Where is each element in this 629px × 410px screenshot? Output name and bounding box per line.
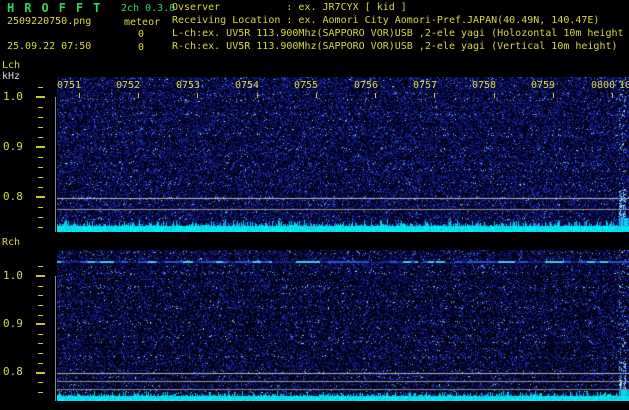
time-tick xyxy=(553,93,554,98)
time-tick xyxy=(138,93,139,98)
time-tick xyxy=(375,93,376,98)
freq-major-tick xyxy=(36,146,45,148)
app-title: HROFFT xyxy=(7,1,111,15)
freq-minor-tick xyxy=(38,117,43,118)
hrofft-window: HROFFT 2ch 0.3.0 2509220750.png meteor 0… xyxy=(0,0,629,410)
freq-minor-tick xyxy=(38,137,43,138)
time-label-0755: 0755 xyxy=(294,80,319,91)
freq-minor-tick xyxy=(38,87,43,88)
rch-spectrogram xyxy=(57,250,629,401)
freq-minor-tick xyxy=(38,107,43,108)
time-label-0757: 0757 xyxy=(413,80,438,91)
lch-freq-label-0.9: 0.9 xyxy=(3,140,23,153)
time-tick xyxy=(494,93,495,98)
freq-major-tick xyxy=(36,275,45,277)
time-label-overflow: 10 xyxy=(619,80,629,91)
freq-minor-tick xyxy=(38,363,43,364)
time-tick xyxy=(197,93,198,98)
freq-minor-tick xyxy=(38,217,43,218)
freq-major-tick xyxy=(36,372,45,374)
app-version: 2ch 0.3.0 xyxy=(121,3,176,14)
observer-line: Ovserver : ex. JR7CYX [ kid ] xyxy=(172,2,407,13)
station-info: Ovserver : ex. JR7CYX [ kid ] Receiving … xyxy=(172,1,624,53)
meteor-count-1: 0 xyxy=(138,29,145,40)
freq-minor-tick xyxy=(38,187,43,188)
freq-minor-tick xyxy=(38,266,43,267)
rch-freq-label-0.8: 0.8 xyxy=(3,365,23,378)
lch-rig-line: L-ch:ex. UV5R 113.900Mhz(SAPPORO VOR)USB… xyxy=(172,28,624,39)
lch-freq-label-0.8: 0.8 xyxy=(3,190,23,203)
freq-minor-tick xyxy=(38,305,43,306)
time-label-0752: 0752 xyxy=(116,80,141,91)
freq-minor-tick xyxy=(38,334,43,335)
time-label-0759: 0759 xyxy=(531,80,556,91)
location-line: Receiving Location : ex. Aomori City Aom… xyxy=(172,15,600,26)
time-tick xyxy=(434,93,435,98)
time-tick xyxy=(257,93,258,98)
freq-axis-line xyxy=(55,97,56,232)
rch-freq-label-0.9: 0.9 xyxy=(3,317,23,330)
rch-channel-label: Rch xyxy=(2,237,21,248)
time-tick xyxy=(79,93,80,98)
freq-minor-tick xyxy=(38,177,43,178)
rch-freq-label-1.0: 1.0 xyxy=(3,269,23,282)
time-label-0754: 0754 xyxy=(235,80,260,91)
freq-axis-line xyxy=(55,276,56,401)
rch-rig-line: R-ch:ex. UV5R 113.900Mhz(SAPPORO VOR)USB… xyxy=(172,41,618,52)
timestamp: 25.09.22 07:50 xyxy=(7,41,92,52)
freq-minor-tick xyxy=(38,157,43,158)
time-label-0800: 0800 xyxy=(591,80,616,91)
freq-major-tick xyxy=(36,196,45,198)
freq-major-tick xyxy=(36,323,45,325)
time-label-0756: 0756 xyxy=(354,80,379,91)
freq-major-tick xyxy=(36,96,45,98)
lch-channel-label: Lch xyxy=(2,60,21,71)
freq-minor-tick xyxy=(38,207,43,208)
freq-minor-tick xyxy=(38,315,43,316)
freq-minor-tick xyxy=(38,286,43,287)
freq-minor-tick xyxy=(38,295,43,296)
time-label-0753: 0753 xyxy=(176,80,201,91)
time-label-0751: 0751 xyxy=(57,80,82,91)
output-filename: 2509220750.png xyxy=(7,16,92,27)
meteor-count-2: 0 xyxy=(138,42,145,53)
time-tick xyxy=(316,93,317,98)
lch-spectrogram xyxy=(57,77,629,232)
meteor-label: meteor xyxy=(124,17,161,28)
freq-minor-tick xyxy=(38,382,43,383)
freq-minor-tick xyxy=(38,127,43,128)
khz-unit-label: kHz xyxy=(2,71,21,82)
lch-freq-label-1.0: 1.0 xyxy=(3,90,23,103)
freq-minor-tick xyxy=(38,227,43,228)
freq-minor-tick xyxy=(38,343,43,344)
time-tick xyxy=(612,93,613,98)
time-label-0758: 0758 xyxy=(472,80,497,91)
freq-minor-tick xyxy=(38,392,43,393)
freq-minor-tick xyxy=(38,167,43,168)
freq-minor-tick xyxy=(38,353,43,354)
